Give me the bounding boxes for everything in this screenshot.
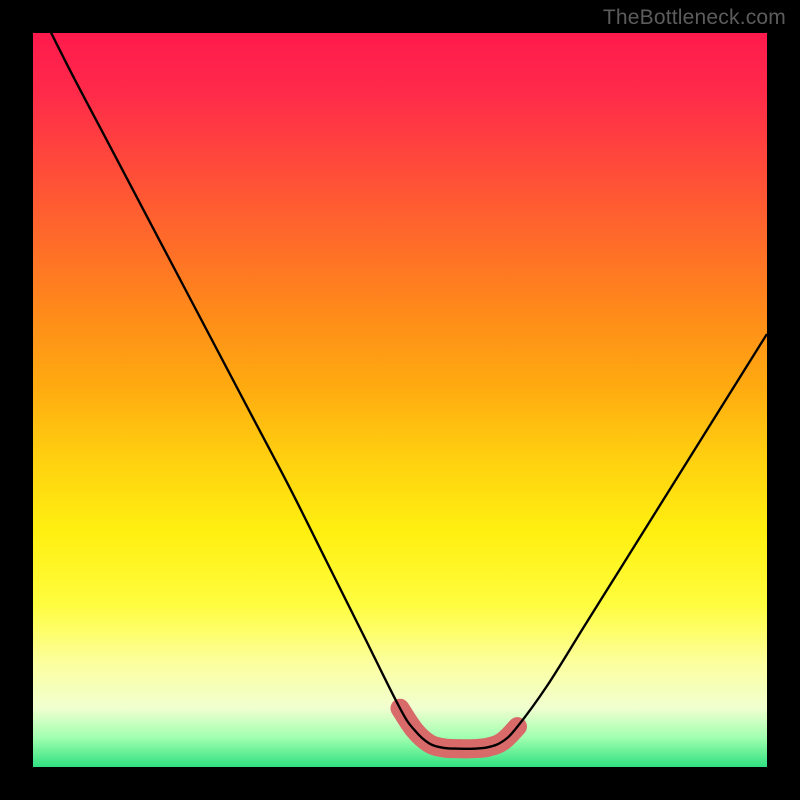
curve-layer <box>33 33 767 767</box>
watermark-text: TheBottleneck.com <box>603 6 786 30</box>
plot-area <box>33 33 767 767</box>
bottleneck-curve <box>33 33 767 749</box>
chart-stage: TheBottleneck.com <box>0 0 800 800</box>
